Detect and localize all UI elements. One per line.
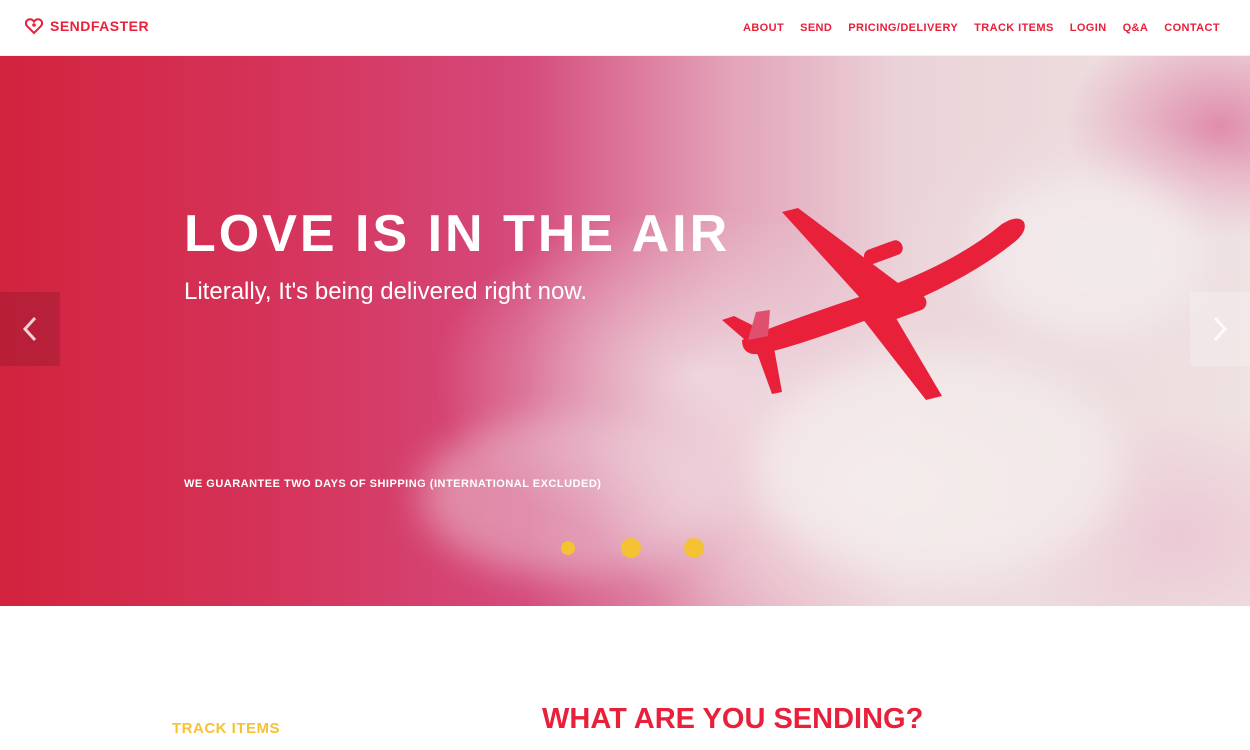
nav-item-contact[interactable]: CONTACT [1164,22,1220,34]
hero-subtitle: Literally, It's being delivered right no… [184,278,588,305]
nav-item-qa[interactable]: Q&A [1123,22,1149,34]
carousel-indicator-1[interactable] [561,541,575,555]
carousel-indicator-2[interactable] [621,538,641,558]
track-items-label[interactable]: TRACK ITEMS [172,720,280,737]
nav-item-about[interactable]: ABOUT [743,22,784,34]
shipping-guarantee-note: WE GUARANTEE TWO DAYS OF SHIPPING (INTER… [184,478,602,490]
brand-logo-link[interactable]: SENDFASTER [24,16,149,36]
hero-carousel: LOVE IS IN THE AIR Literally, It's being… [0,56,1250,606]
nav-item-pricing-delivery[interactable]: PRICING/DELIVERY [848,22,958,34]
nav-item-send[interactable]: SEND [800,22,832,34]
carousel-next-button[interactable] [1190,292,1250,366]
brand-name: SENDFASTER [50,18,150,34]
carousel-indicator-3[interactable] [684,538,704,558]
hero-title: LOVE IS IN THE AIR [184,205,731,263]
carousel-indicators [558,538,704,558]
chevron-left-icon [22,316,37,342]
nav-item-track-items[interactable]: TRACK ITEMS [974,22,1054,34]
airplane-image [722,208,1025,400]
sending-heading: WHAT ARE YOU SENDING? [542,703,924,735]
nav-item-login[interactable]: LOGIN [1070,22,1107,34]
carousel-prev-button[interactable] [0,292,60,366]
chevron-right-icon [1213,316,1228,342]
main-nav: ABOUT SEND PRICING/DELIVERY TRACK ITEMS … [743,22,1220,34]
site-header: SENDFASTER ABOUT SEND PRICING/DELIVERY T… [0,0,1250,56]
heart-icon [24,16,44,36]
